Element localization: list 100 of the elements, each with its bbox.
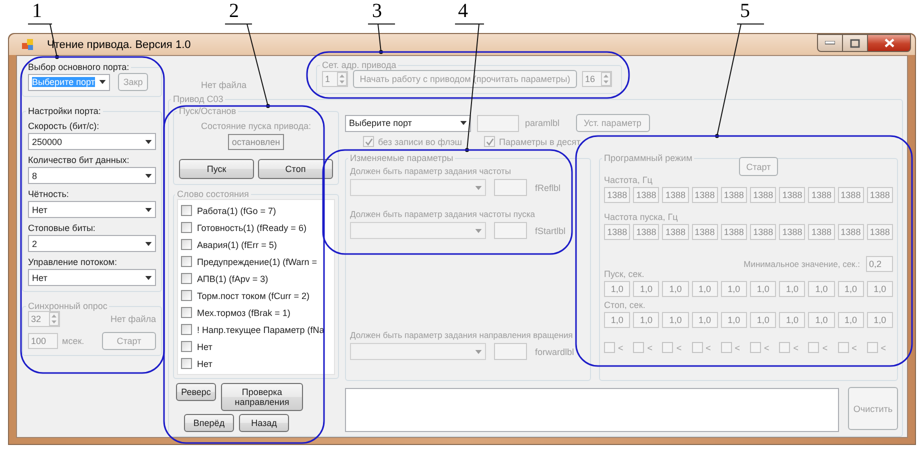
group-title: Сет. адр. привода bbox=[321, 60, 398, 70]
status-flag-label: Авария(1) (fErr = 5) bbox=[197, 240, 277, 250]
value-label: forwardlbl bbox=[535, 346, 574, 356]
less-than-label: < bbox=[880, 342, 886, 352]
caret-icon bbox=[145, 208, 152, 212]
field-label: Чётность: bbox=[28, 189, 70, 199]
dropdown[interactable]: 250000 bbox=[28, 133, 156, 150]
group-title: Слово состояния bbox=[176, 189, 250, 199]
status-flag-label: Предупреждение(1) (fWarn = bbox=[197, 256, 318, 266]
caret-icon bbox=[145, 276, 152, 280]
status-flag-label: Торм.пост током (fCurr = 2) bbox=[197, 290, 310, 300]
row-label: Стоп, сек. bbox=[604, 300, 646, 310]
app-icon bbox=[21, 38, 35, 52]
row-label: Пуск, сек. bbox=[604, 269, 646, 279]
less-than-label: < bbox=[647, 342, 652, 352]
forward-button[interactable]: Вперёд bbox=[184, 414, 234, 432]
dropdown[interactable]: 8 bbox=[28, 167, 156, 184]
checkbox[interactable] bbox=[181, 324, 192, 335]
callout-number: 2 bbox=[229, 0, 239, 22]
group-title: Изменяемые параметры bbox=[349, 153, 454, 163]
dropdown[interactable]: Нет bbox=[28, 269, 156, 286]
maximize-button[interactable] bbox=[842, 34, 868, 52]
file-status-label: Нет файла bbox=[201, 80, 248, 90]
caret-icon bbox=[145, 242, 152, 246]
checkbox[interactable] bbox=[181, 239, 192, 250]
log-area[interactable] bbox=[345, 388, 839, 432]
port-dropdown[interactable]: Выберите порт bbox=[28, 74, 110, 90]
check-direction-button[interactable]: Проверка направления bbox=[221, 383, 303, 411]
field-label: Управление потоком: bbox=[28, 257, 118, 267]
status-flag-label: Нет bbox=[197, 358, 212, 368]
row-label: Частота пуска, Гц bbox=[604, 212, 679, 222]
less-than-label: < bbox=[822, 342, 828, 352]
caret-icon bbox=[145, 140, 152, 144]
checkbox[interactable] bbox=[181, 307, 192, 318]
control-button[interactable]: Стоп bbox=[258, 159, 333, 179]
maximize-icon bbox=[850, 38, 860, 48]
field-label: Скорость (бит/с): bbox=[28, 121, 100, 131]
status-flag-label: Мех.тормоз (fBrak = 1) bbox=[197, 308, 290, 318]
close-icon bbox=[884, 38, 894, 48]
parameter-label: Должен быть параметр задания направления вращения bbox=[350, 330, 574, 340]
less-than-label: < bbox=[793, 342, 798, 352]
status-flag-label: ! Напр.текущее Параметр (fNa bbox=[197, 324, 324, 334]
leader-line bbox=[368, 24, 396, 54]
state-label: Состояние пуска привода: bbox=[200, 121, 312, 131]
value-label: fStartlbl bbox=[535, 226, 566, 236]
group-title: Выбор основного порта: bbox=[27, 62, 130, 72]
option-label: Параметры в десят. bbox=[499, 136, 582, 146]
checkbox[interactable] bbox=[181, 290, 192, 301]
close-button[interactable] bbox=[867, 34, 911, 52]
less-than-label: < bbox=[676, 342, 682, 352]
callout-number: 3 bbox=[372, 0, 382, 22]
callout-number: 1 bbox=[32, 0, 42, 22]
row-label: Частота, Гц bbox=[604, 175, 654, 185]
less-than-label: < bbox=[706, 342, 711, 352]
caret-icon bbox=[475, 350, 482, 354]
dropdown[interactable]: Нет bbox=[28, 201, 156, 218]
less-than-label: < bbox=[734, 342, 740, 352]
less-than-label: < bbox=[764, 342, 770, 352]
value-label: fReflbl bbox=[535, 182, 561, 192]
status-flag-label: Готовность(1) (fReady = 6) bbox=[197, 222, 306, 232]
caret-icon bbox=[475, 186, 482, 190]
checkbox[interactable] bbox=[181, 222, 192, 233]
spinner-arrows-icon bbox=[337, 72, 347, 86]
value-field[interactable] bbox=[477, 114, 519, 132]
caret-icon bbox=[475, 228, 482, 232]
parameter-label: Должен быть параметр задания частоты пуска bbox=[350, 209, 536, 219]
checkbox[interactable] bbox=[181, 256, 192, 267]
value-label: paramlbl bbox=[525, 118, 560, 128]
field-label: Стоповые биты: bbox=[28, 223, 96, 233]
spinner-arrows-icon bbox=[601, 72, 611, 86]
group-title: Привод С03 bbox=[172, 94, 224, 104]
minimize-icon bbox=[825, 41, 835, 45]
status-flag-label: АПВ(1) (fApv = 3) bbox=[197, 274, 268, 284]
group-title: Пуск/Останов bbox=[178, 106, 238, 116]
caret-icon bbox=[460, 121, 467, 125]
status-flag-label: Нет bbox=[197, 342, 212, 352]
field-label: Количество бит данных: bbox=[28, 155, 130, 165]
callout-number: 5 bbox=[740, 0, 750, 22]
unit-label: мсек. bbox=[62, 336, 84, 346]
caret-icon bbox=[99, 80, 106, 84]
callout-number: 4 bbox=[458, 0, 468, 22]
less-than-label: < bbox=[852, 342, 857, 352]
dropdown[interactable]: 2 bbox=[28, 235, 156, 252]
minimize-button[interactable] bbox=[817, 34, 843, 52]
checkbox[interactable] bbox=[181, 205, 192, 216]
status-flag-label: Работа(1) (fGo = 7) bbox=[197, 206, 276, 216]
control-button[interactable]: Пуск bbox=[179, 159, 254, 179]
back-button[interactable]: Назад bbox=[239, 414, 289, 432]
reverse-button[interactable]: Реверс bbox=[176, 383, 216, 401]
checkbox[interactable] bbox=[181, 341, 192, 352]
group-title: Настройки порта: bbox=[27, 106, 102, 116]
parameter-label: Должен быть параметр задания частоты bbox=[350, 166, 512, 176]
state-value: остановлен bbox=[228, 134, 284, 150]
option-label: без записи во флэш bbox=[378, 136, 462, 146]
group-title: Синхронный опрос bbox=[27, 301, 108, 311]
spinner-arrows-icon bbox=[49, 312, 59, 326]
checkbox[interactable] bbox=[181, 273, 192, 284]
file-status-label: Нет файла bbox=[110, 314, 156, 324]
min-value-label: Минимальное значение, сек.: bbox=[744, 259, 860, 269]
checkbox[interactable] bbox=[181, 358, 192, 369]
